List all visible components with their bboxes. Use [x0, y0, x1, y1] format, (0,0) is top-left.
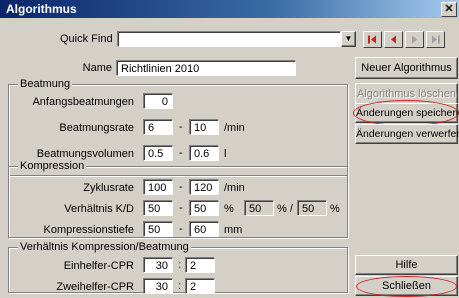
- verhaeltnis-d-unit: %: [330, 203, 340, 215]
- new-algorithm-button[interactable]: Neuer Algorithmus: [355, 57, 458, 79]
- verhaeltnis-d-readonly: 50: [297, 200, 327, 216]
- name-input[interactable]: Richtlinien 2010: [116, 60, 296, 76]
- quick-find-label: Quick Find: [60, 33, 113, 45]
- last-record-icon[interactable]: [426, 31, 445, 48]
- beatmungsvolumen-unit: l: [224, 148, 227, 160]
- help-button[interactable]: Hilfe: [355, 255, 458, 275]
- beatmungsrate-unit: /min: [224, 122, 245, 134]
- beatmungsvolumen-max-input[interactable]: 0.6: [189, 145, 219, 161]
- range-separator: -: [179, 121, 183, 133]
- next-record-icon[interactable]: [405, 31, 424, 48]
- kompression-group-title: Kompression: [18, 160, 87, 172]
- verhaeltnis-k-unit: % /: [277, 203, 293, 215]
- anfangsbeatmungen-label: Anfangsbeatmungen: [32, 96, 134, 108]
- einhelfer-cpr-b-input[interactable]: 2: [185, 257, 215, 273]
- zyklusrate-unit: /min: [224, 182, 245, 194]
- kompressionstiefe-max-input[interactable]: 60: [189, 221, 219, 237]
- verhaeltnis-kd-max-input[interactable]: 50: [189, 200, 219, 216]
- quick-find-input[interactable]: [117, 31, 341, 47]
- anfangsbeatmungen-input[interactable]: 0: [143, 93, 173, 109]
- save-annotation-ring: [353, 100, 459, 126]
- range-separator: -: [179, 202, 183, 214]
- beatmungsvolumen-label: Beatmungsvolumen: [36, 148, 134, 160]
- einhelfer-cpr-a-input[interactable]: 30: [143, 257, 173, 273]
- range-separator: -: [179, 147, 183, 159]
- cpr-ratio-group-title: Verhältnis Kompression/Beatmung: [18, 241, 191, 253]
- verhaeltnis-kd-unit: %: [224, 203, 234, 215]
- close-annotation-ring: [356, 276, 457, 297]
- zweihelfer-cpr-b-input[interactable]: 2: [185, 278, 215, 294]
- name-label: Name: [82, 62, 112, 74]
- zyklusrate-min-input[interactable]: 100: [143, 179, 173, 195]
- zyklusrate-label: Zyklusrate: [83, 182, 134, 194]
- kompressionstiefe-unit: mm: [224, 224, 243, 236]
- kompressionstiefe-label: Kompressionstiefe: [43, 224, 135, 236]
- kompressionstiefe-min-input[interactable]: 50: [143, 221, 173, 237]
- zweihelfer-cpr-label: Zweihelfer-CPR: [56, 281, 134, 293]
- range-separator: -: [179, 181, 183, 193]
- verhaeltnis-k-readonly: 50: [244, 200, 274, 216]
- previous-record-icon[interactable]: [384, 31, 403, 48]
- beatmungsrate-label: Beatmungsrate: [59, 122, 134, 134]
- beatmungsvolumen-min-input[interactable]: 0.5: [143, 145, 173, 161]
- ratio-separator: :: [178, 280, 182, 292]
- first-record-icon[interactable]: [363, 31, 382, 48]
- ratio-separator: :: [178, 259, 182, 271]
- verhaeltnis-kd-min-input[interactable]: 50: [143, 200, 173, 216]
- beatmungsrate-max-input[interactable]: 10: [189, 119, 219, 135]
- quick-find-dropdown-icon[interactable]: ▼: [341, 31, 356, 47]
- window-title: Algorithmus: [6, 2, 77, 16]
- einhelfer-cpr-label: Einhelfer-CPR: [63, 260, 134, 272]
- range-separator: -: [179, 223, 183, 235]
- close-icon[interactable]: ✕: [441, 2, 457, 17]
- beatmung-group-title: Beatmung: [18, 78, 73, 90]
- zweihelfer-cpr-a-input[interactable]: 30: [143, 278, 173, 294]
- discard-changes-button[interactable]: Änderungen verwerfen: [355, 124, 459, 144]
- zyklusrate-max-input[interactable]: 120: [189, 179, 219, 195]
- verhaeltnis-kd-label: Verhältnis K/D: [64, 203, 134, 215]
- beatmungsrate-min-input[interactable]: 6: [143, 119, 173, 135]
